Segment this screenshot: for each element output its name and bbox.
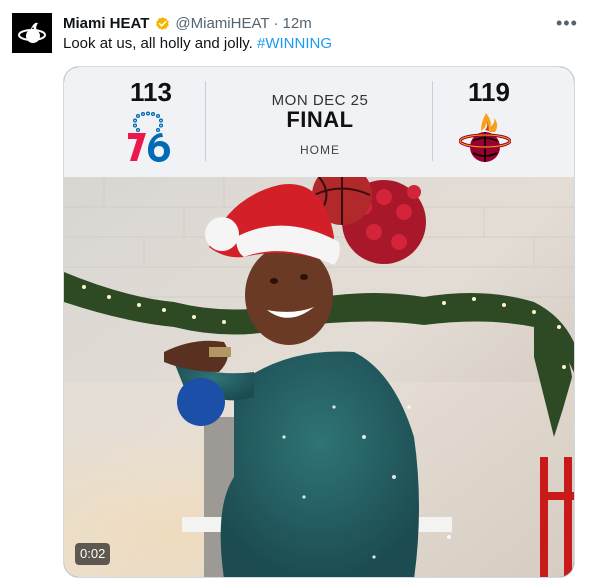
video-frame xyxy=(64,177,574,577)
timestamp-link[interactable]: 12m xyxy=(283,15,312,32)
home-score: 119 xyxy=(468,77,510,107)
verified-badge-icon[interactable] xyxy=(154,15,171,32)
tweet-body: Look at us, all holly and jolly. xyxy=(63,35,253,52)
avatar[interactable] xyxy=(12,13,52,53)
handle[interactable]: @MiamiHEAT xyxy=(175,15,269,32)
hashtag-link[interactable]: #WINNING xyxy=(257,35,332,52)
tweet-text: Look at us, all holly and jolly. #WINNIN… xyxy=(63,34,332,54)
miami-heat-avatar-icon xyxy=(12,13,52,53)
scoreboard[interactable]: 113 MON DEC 25 FINAL HOME 119 xyxy=(64,67,574,177)
divider-right xyxy=(432,81,433,161)
tweet-header: Miami HEAT @MiamiHEAT · 12m xyxy=(63,13,312,33)
video-timestamp: 0:02 xyxy=(75,543,111,565)
more-icon[interactable]: ••• xyxy=(556,13,577,33)
video-player[interactable]: 0:02 xyxy=(64,177,574,577)
separator-dot: · xyxy=(273,14,279,32)
media-card[interactable]: 113 MON DEC 25 FINAL HOME 119 0:02 xyxy=(63,66,575,578)
miami-heat-logo-icon xyxy=(459,113,511,162)
display-name[interactable]: Miami HEAT xyxy=(63,15,149,32)
